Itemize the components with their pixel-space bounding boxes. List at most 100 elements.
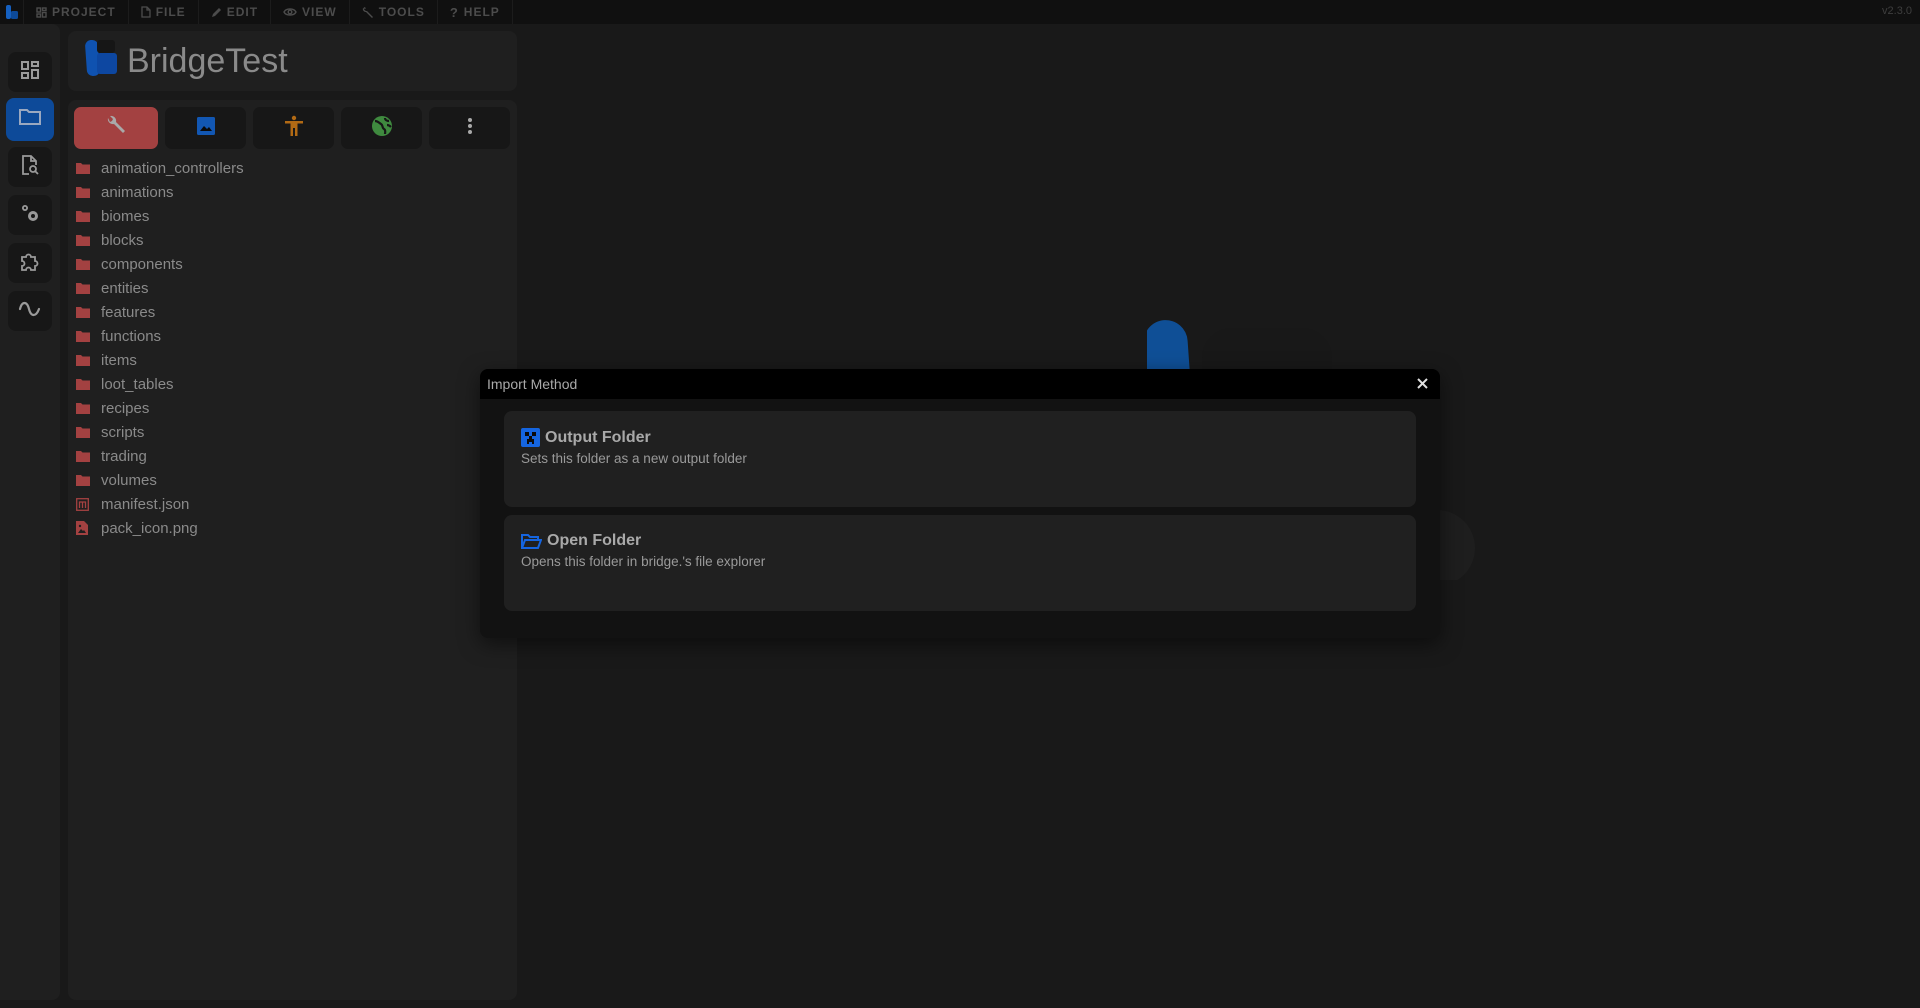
bridge-logo-icon [0,0,24,24]
file-label: loot_tables [101,375,174,393]
folder-item[interactable]: features [76,300,244,324]
file-item[interactable]: manifest.json [76,492,244,516]
option-description: Opens this folder in bridge.'s file expl… [521,554,766,569]
project-name: BridgeTest [127,41,288,80]
folder-icon [76,162,93,174]
close-icon [1416,376,1428,392]
option-output-folder[interactable]: Output Folder Sets this folder as a new … [504,411,1416,507]
rail-settings-button[interactable] [8,195,52,235]
cogs-icon [19,202,41,229]
folder-item[interactable]: recipes [76,396,244,420]
folder-item[interactable]: animations [76,180,244,204]
menu-project-label: PROJECT [52,5,116,19]
folder-item[interactable]: trading [76,444,244,468]
sine-wave-icon [18,299,42,324]
option-open-folder[interactable]: Open Folder Opens this folder in bridge.… [504,515,1416,611]
file-label: recipes [101,399,150,417]
folder-icon [76,378,93,390]
file-label: scripts [101,423,145,441]
file-label: volumes [101,471,157,489]
menu-view-label: VIEW [302,5,337,19]
wrench-icon [105,115,127,142]
folder-icon [76,450,93,462]
menu-tools-label: TOOLS [378,5,425,19]
folder-item[interactable]: functions [76,324,244,348]
question-icon: ? [449,4,459,20]
folder-icon [18,107,42,132]
menu-edit[interactable]: EDIT [199,0,272,24]
folder-open-icon [521,533,542,550]
folder-item[interactable]: biomes [76,204,244,228]
folder-icon [76,474,93,486]
dialog-header: Import Method [480,369,1440,399]
menu-file-label: FILE [155,5,186,19]
tab-more[interactable] [429,107,510,149]
menu-help[interactable]: ? HELP [438,0,513,24]
file-label: items [101,351,137,369]
tab-skin-pack[interactable] [253,107,334,149]
accessibility-icon [284,115,304,142]
bridge-logo-icon [77,38,119,85]
file-label: components [101,255,183,273]
more-vertical-icon [467,117,473,140]
rail-file-search-button[interactable] [8,147,52,187]
folder-icon [76,354,93,366]
file-label: biomes [101,207,150,225]
folder-icon [76,426,93,438]
version-label: v2.3.0 [1882,5,1912,17]
globe-icon [371,115,393,142]
eye-icon [283,7,297,17]
folder-item[interactable]: animation_controllers [76,156,244,180]
option-title: Open Folder [547,532,642,549]
image-file-icon [76,521,93,535]
dashboard-icon [36,6,47,18]
folder-item[interactable]: volumes [76,468,244,492]
file-tree: animation_controllers animations biomes blo… [76,156,244,540]
folder-icon [76,330,93,342]
folder-item[interactable]: components [76,252,244,276]
file-label: pack_icon.png [101,519,198,537]
rail-dashboard-button[interactable] [8,52,52,92]
image-icon [196,116,215,140]
file-icon [141,6,151,18]
file-label: entities [101,279,149,297]
pencil-icon [211,7,222,18]
menu-project[interactable]: PROJECT [24,0,129,24]
folder-icon [76,306,93,318]
file-label: blocks [101,231,144,249]
dashboard-icon [20,60,40,85]
folder-item[interactable]: items [76,348,244,372]
menu-file[interactable]: FILE [129,0,199,24]
tab-world[interactable] [341,107,422,149]
dialog-title: Import Method [487,376,578,392]
rail-explorer-button[interactable] [6,98,54,141]
folder-icon [76,186,93,198]
file-explorer-panel: animation_controllers animations biomes blo… [68,100,517,1000]
file-label: animation_controllers [101,159,244,177]
tab-resource-pack[interactable] [165,107,246,149]
file-item[interactable]: pack_icon.png [76,516,244,540]
menu-view[interactable]: VIEW [271,0,350,24]
folder-icon [76,210,93,222]
puzzle-icon [19,250,41,277]
project-header: BridgeTest [68,31,517,91]
menu-help-label: HELP [463,5,500,19]
folder-item[interactable]: entities [76,276,244,300]
folder-item[interactable]: blocks [76,228,244,252]
folder-item[interactable]: scripts [76,420,244,444]
menu-edit-label: EDIT [226,5,259,19]
file-label: trading [101,447,147,465]
folder-item[interactable]: loot_tables [76,372,244,396]
rail-compiler-button[interactable] [8,291,52,331]
file-label: features [101,303,156,321]
folder-icon [76,234,93,246]
close-button[interactable] [1412,374,1432,394]
manifest-icon [76,497,93,511]
wrench-icon [362,6,374,18]
tab-behavior-pack[interactable] [74,107,158,149]
rail-extensions-button[interactable] [8,243,52,283]
folder-icon [76,402,93,414]
menu-tools[interactable]: TOOLS [350,0,438,24]
pack-tabs [74,107,510,149]
activity-rail [0,24,60,1000]
